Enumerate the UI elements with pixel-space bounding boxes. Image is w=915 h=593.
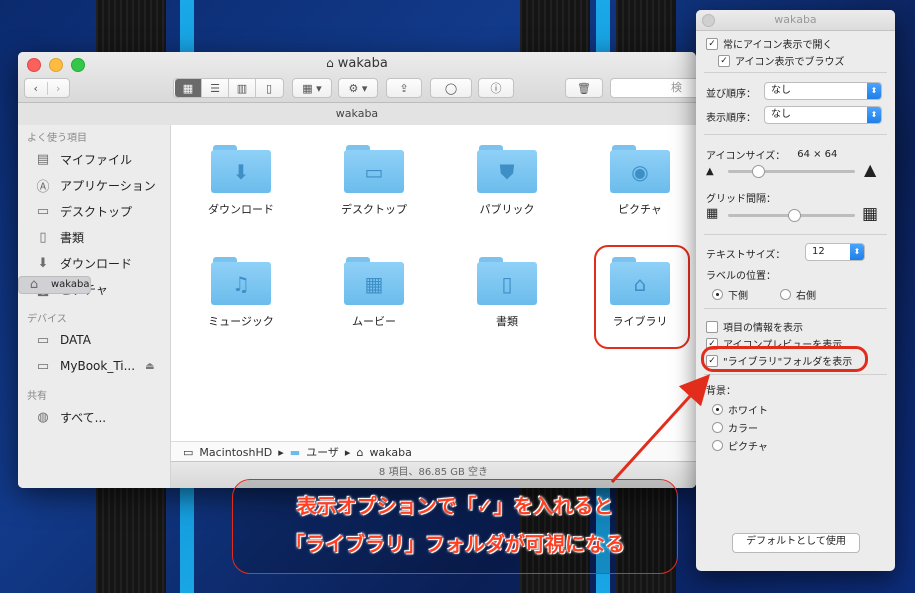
annotation-line-2: 「ライブラリ」フォルダが可視になる [285,532,625,556]
annotation-callout: 表示オプションで「✓」を入れると 「ライブラリ」フォルダが可視になる [232,479,678,574]
annotation-line-1: 表示オプションで「✓」を入れると [296,494,614,518]
